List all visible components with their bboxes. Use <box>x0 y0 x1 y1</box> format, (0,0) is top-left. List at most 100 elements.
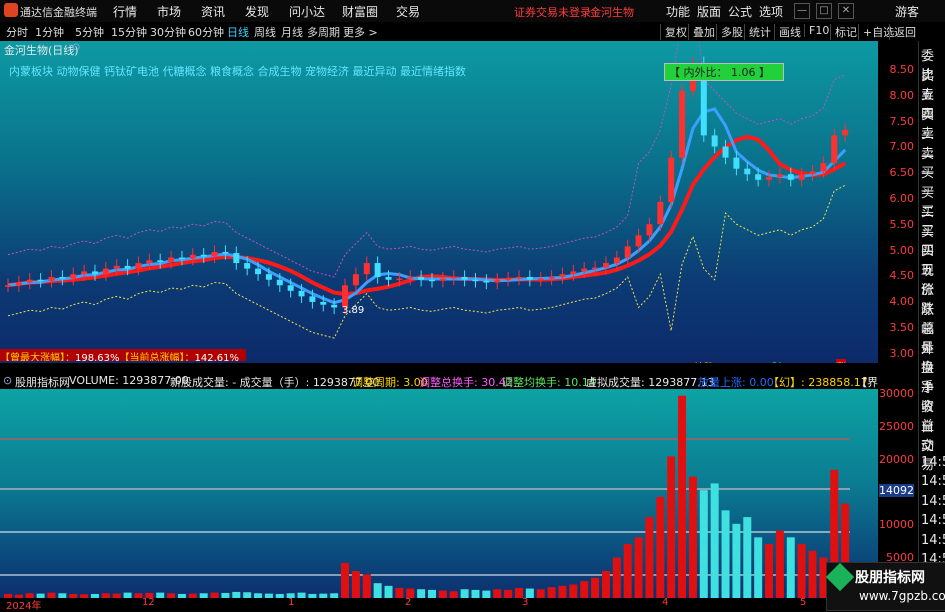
period-fenshi[interactable]: 分时 <box>6 24 28 40</box>
candle-body <box>276 279 283 286</box>
menu-item-shichang[interactable]: 市场 <box>157 3 181 20</box>
candle-body <box>331 304 338 308</box>
lower-band-line <box>7 184 846 339</box>
volume-bar <box>721 510 730 598</box>
tool-biaoji[interactable]: 标记 <box>830 24 857 40</box>
period-more[interactable]: 更多 > <box>343 24 378 40</box>
candle-body <box>222 251 229 254</box>
menu-item-zixun[interactable]: 资讯 <box>201 3 225 20</box>
indicator-menu-icon[interactable]: ⊙ <box>3 374 12 387</box>
period-monthly[interactable]: 月线 <box>281 24 303 40</box>
volume-bars[interactable] <box>0 389 878 598</box>
volume-bar <box>417 589 426 598</box>
candle-body <box>255 268 262 275</box>
tool-fanhui[interactable]: 返回 <box>889 24 916 40</box>
period-daily[interactable]: 日线 <box>227 24 249 40</box>
volume-bar <box>341 562 350 598</box>
maximize-icon[interactable]: □ <box>816 3 832 19</box>
volume-bar <box>743 517 752 598</box>
indicator-name[interactable]: 股朋指标网 <box>15 374 70 389</box>
tool-huaxian[interactable]: 画线 <box>774 24 801 40</box>
candle-body <box>352 274 359 286</box>
candle-body <box>429 279 435 282</box>
menu-item-caifuquan[interactable]: 财富圈 <box>342 3 378 20</box>
candle-body <box>135 263 142 269</box>
login-warning[interactable]: 证券交易未登录 <box>514 4 591 20</box>
candlestick-chart[interactable] <box>0 41 878 363</box>
tool-duogu[interactable]: 多股 <box>716 24 743 40</box>
volume-bar <box>351 571 360 598</box>
gain-cur-label: 【当前总涨幅】： <box>119 353 195 361</box>
period-15min[interactable]: 15分钟 <box>111 24 147 40</box>
volume-bar <box>775 530 784 598</box>
price-tick: 6.00 <box>889 192 915 205</box>
title-bar: 通达信金融终端 行情 市场 资讯 发现 问小达 财富圈 交易 证券交易未登录 金… <box>0 0 945 23</box>
candle-body <box>766 177 773 180</box>
menu-item-gongshi[interactable]: 公式 <box>728 3 752 20</box>
user-label[interactable]: 游客 <box>895 3 919 20</box>
watermark-logo-icon <box>825 562 855 592</box>
menu-item-hangqing[interactable]: 行情 <box>113 3 137 20</box>
gain-max-value: 198.63% <box>75 353 120 361</box>
candle-body <box>189 254 196 259</box>
volume-bar <box>667 456 676 598</box>
volume-bar <box>482 590 491 598</box>
date-label-2: 1 <box>288 597 295 608</box>
info-virt: 虚拟成交量: 1293877.13 <box>586 376 715 389</box>
volume-bar <box>536 589 545 598</box>
watermark-url: www.7gpzb.com <box>859 589 945 603</box>
minimize-icon[interactable]: — <box>794 3 810 19</box>
candle-body <box>211 251 218 257</box>
candle-body <box>809 171 816 175</box>
candle-body <box>15 282 22 286</box>
candle-body <box>657 202 664 225</box>
candle-body <box>26 279 33 283</box>
period-60min[interactable]: 60分钟 <box>188 24 224 40</box>
ratio-badge: 【 内外比： 1.06 】 <box>664 63 784 81</box>
volume-bar <box>710 483 719 598</box>
price-chart[interactable]: 金河生物(日线) ⊙ 内蒙板块 动物保健 钙钛矿电池 代糖概念 粮食概念 合成生… <box>0 41 878 374</box>
quote-panel: 委比 卖五 卖四 卖三 卖二 卖一 买一 买二 买三 买四 买五 现价 涨跌 涨幅 总量 外盘 换手 净资 收益 自动… <box>918 41 945 609</box>
volume-chart[interactable] <box>0 389 878 598</box>
candle-body <box>494 279 501 283</box>
volume-bar <box>786 537 795 598</box>
period-30min[interactable]: 30分钟 <box>150 24 186 40</box>
quote-row-label: 14:56 <box>921 532 945 548</box>
volume-tick: 30000 <box>879 387 914 400</box>
info-adj-avg: 调整均换手: 10.14 <box>502 376 596 389</box>
chart-dropdown-icon[interactable]: ⊙ <box>72 42 80 53</box>
candle-body <box>570 271 577 275</box>
candle-body <box>548 276 555 279</box>
tool-f10[interactable]: F10 <box>804 24 829 37</box>
candle-body <box>635 235 642 247</box>
candle-body <box>515 276 522 279</box>
menu-item-faxian[interactable]: 发现 <box>245 3 269 20</box>
price-tick: 6.50 <box>889 166 915 180</box>
menu-item-jiaoyi[interactable]: 交易 <box>396 3 420 20</box>
tool-diejia[interactable]: 叠加 <box>688 24 715 40</box>
candle-body <box>733 157 740 169</box>
menu-item-banmian[interactable]: 版面 <box>697 3 721 20</box>
candle-body <box>287 285 294 291</box>
period-multi[interactable]: 多周期 <box>307 24 340 40</box>
tool-fuquan[interactable]: 复权 <box>660 24 687 40</box>
menu-item-xuanxiang[interactable]: 选项 <box>759 3 783 20</box>
menu-item-wenxiaoda[interactable]: 问小达 <box>289 3 325 20</box>
ma-red-line <box>7 134 847 296</box>
close-icon[interactable]: ✕ <box>838 3 854 19</box>
date-axis: 2024年 12 1 2 3 4 5 <box>0 597 878 612</box>
low-price-marker: 3.89 <box>342 305 365 316</box>
candle-body <box>265 274 272 280</box>
period-5min[interactable]: 5分钟 <box>75 24 104 40</box>
quote-row-label: 14:56 <box>921 474 945 489</box>
period-weekly[interactable]: 周线 <box>254 24 276 40</box>
candle-body <box>461 276 468 280</box>
candle-body <box>592 267 599 270</box>
menu-item-gongneng[interactable]: 功能 <box>666 3 690 20</box>
tool-tongji[interactable]: 统计 <box>744 24 771 40</box>
candle-body <box>439 278 446 281</box>
volume-bar <box>591 577 600 598</box>
volume-tick: 10000 <box>879 518 914 532</box>
concept-tags[interactable]: 内蒙板块 动物保健 钙钛矿电池 代糖概念 粮食概念 合成生物 宠物经济 最近异动… <box>9 63 466 79</box>
period-1min[interactable]: 1分钟 <box>35 24 64 40</box>
